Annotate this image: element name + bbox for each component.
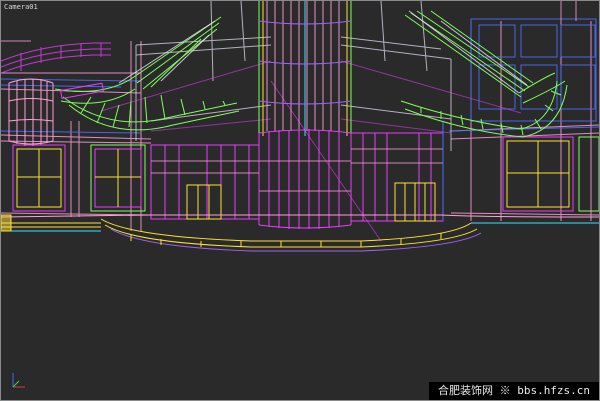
axis-tripod-icon (12, 373, 25, 388)
right-canopy (400, 10, 568, 138)
viewport-label[interactable]: Camera01 (4, 3, 38, 11)
watermark: 合肥装饰网 ※ bbs.hfzs.cn (429, 382, 599, 400)
stage-platform (1, 214, 599, 252)
left-balcony (1, 42, 111, 74)
left-facade (1, 41, 152, 231)
wireframe-scene (1, 1, 599, 252)
right-windows (502, 136, 599, 212)
storefront-right (350, 121, 444, 222)
central-column (258, 1, 352, 136)
storefront-left (150, 144, 260, 220)
column-base (258, 129, 352, 229)
camera-viewport[interactable]: Camera01 合肥装饰网 ※ bbs.hfzs.cn (0, 0, 600, 401)
